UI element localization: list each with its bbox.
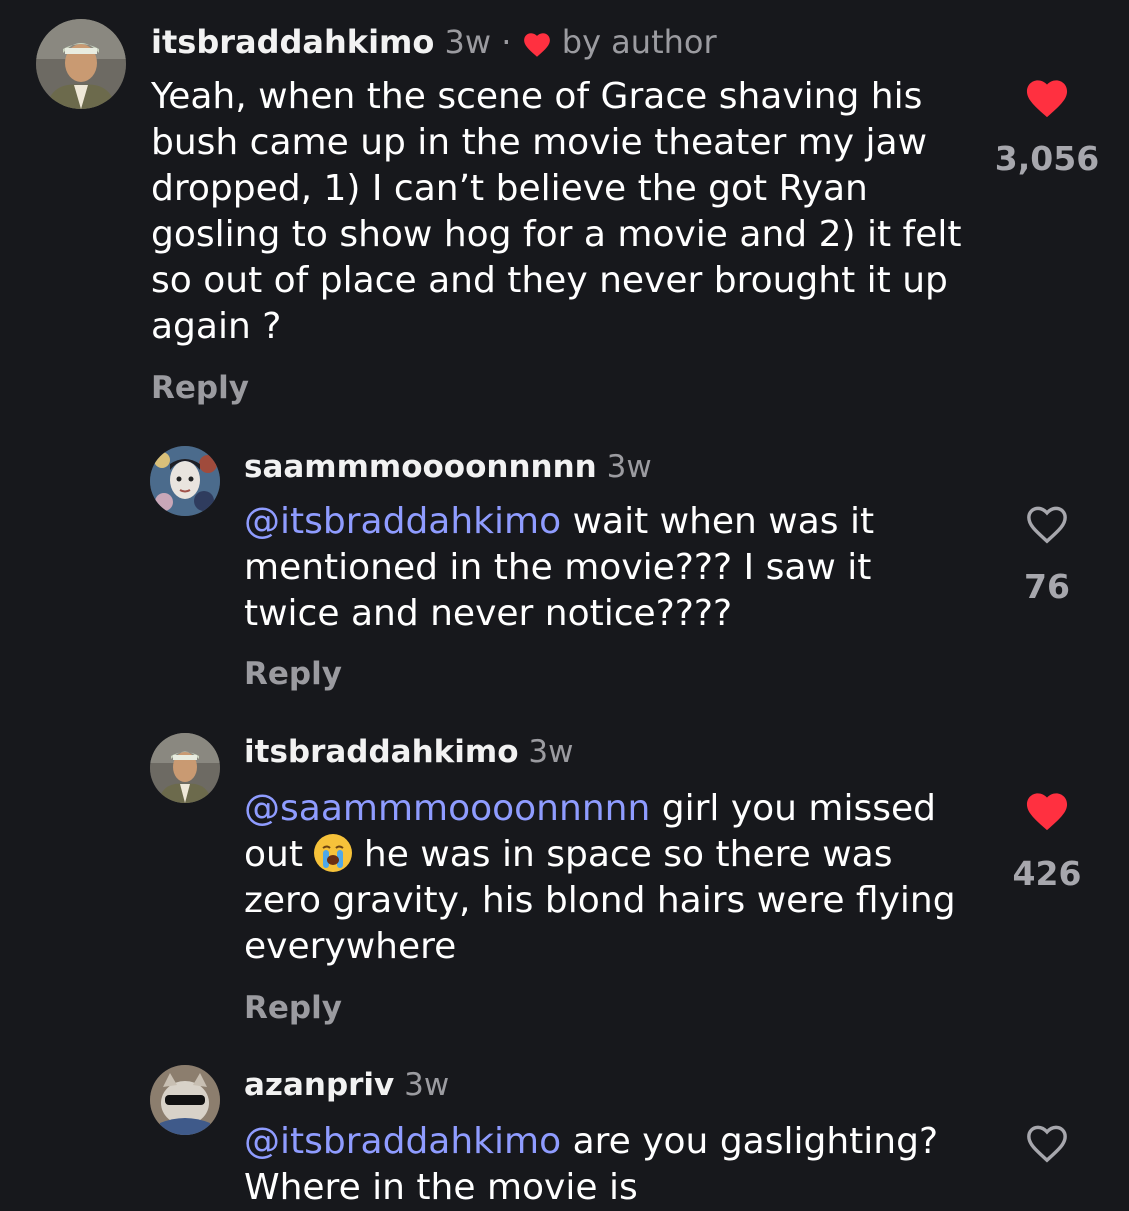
- username[interactable]: saammmoooonnnnn: [244, 449, 597, 485]
- heart-outline-icon[interactable]: [1023, 503, 1071, 545]
- like-count: 426: [1012, 854, 1082, 893]
- heart-icon[interactable]: [1023, 790, 1071, 832]
- comment-header: saammmoooonnnnn 3w: [244, 452, 652, 483]
- username[interactable]: itsbraddahkimo: [244, 734, 519, 770]
- separator: ·: [501, 23, 512, 61]
- comment-text: @saammmoooonnnnn girl you missed out he …: [244, 786, 974, 970]
- loudly-crying-face-emoji: [314, 834, 353, 872]
- timestamp: 3w: [444, 23, 492, 61]
- comment-text: @itsbraddahkimo wait when was it mention…: [244, 499, 974, 637]
- timestamp: 3w: [528, 734, 574, 770]
- comment-body: Yeah, when the scene of Grace shaving hi…: [151, 76, 962, 347]
- avatar[interactable]: [150, 1065, 220, 1135]
- avatar[interactable]: [150, 733, 220, 803]
- reply-button[interactable]: Reply: [244, 990, 342, 1026]
- comment-text: Yeah, when the scene of Grace shaving hi…: [151, 74, 971, 350]
- comment-text: @itsbraddahkimo are you gaslighting? Whe…: [244, 1119, 974, 1211]
- timestamp: 3w: [606, 449, 652, 485]
- reply-button[interactable]: Reply: [244, 656, 342, 692]
- mention-link[interactable]: @saammmoooonnnnn: [244, 788, 650, 829]
- mention-link[interactable]: @itsbraddahkimo: [244, 501, 561, 542]
- by-author-label: by author: [561, 23, 717, 61]
- reply-button[interactable]: Reply: [151, 370, 249, 406]
- comment-header: itsbraddahkimo 3w · by author: [151, 26, 717, 58]
- comment-header: azanpriv 3w: [244, 1070, 449, 1101]
- avatar[interactable]: [150, 446, 220, 516]
- like-column: 3,056: [987, 77, 1107, 178]
- like-count: 3,056: [994, 139, 1100, 178]
- heart-outline-icon[interactable]: [1023, 1122, 1071, 1164]
- like-column: 426: [987, 790, 1107, 893]
- like-count: 76: [1024, 567, 1070, 606]
- comment-header: itsbraddahkimo 3w: [244, 737, 573, 768]
- heart-icon: [523, 32, 550, 57]
- username[interactable]: itsbraddahkimo: [151, 23, 434, 61]
- avatar[interactable]: [36, 19, 126, 109]
- like-column: [987, 1122, 1107, 1164]
- timestamp: 3w: [404, 1067, 450, 1103]
- like-column: 76: [987, 503, 1107, 606]
- username[interactable]: azanpriv: [244, 1067, 394, 1103]
- heart-icon[interactable]: [1023, 77, 1071, 119]
- mention-link[interactable]: @itsbraddahkimo: [244, 1121, 561, 1162]
